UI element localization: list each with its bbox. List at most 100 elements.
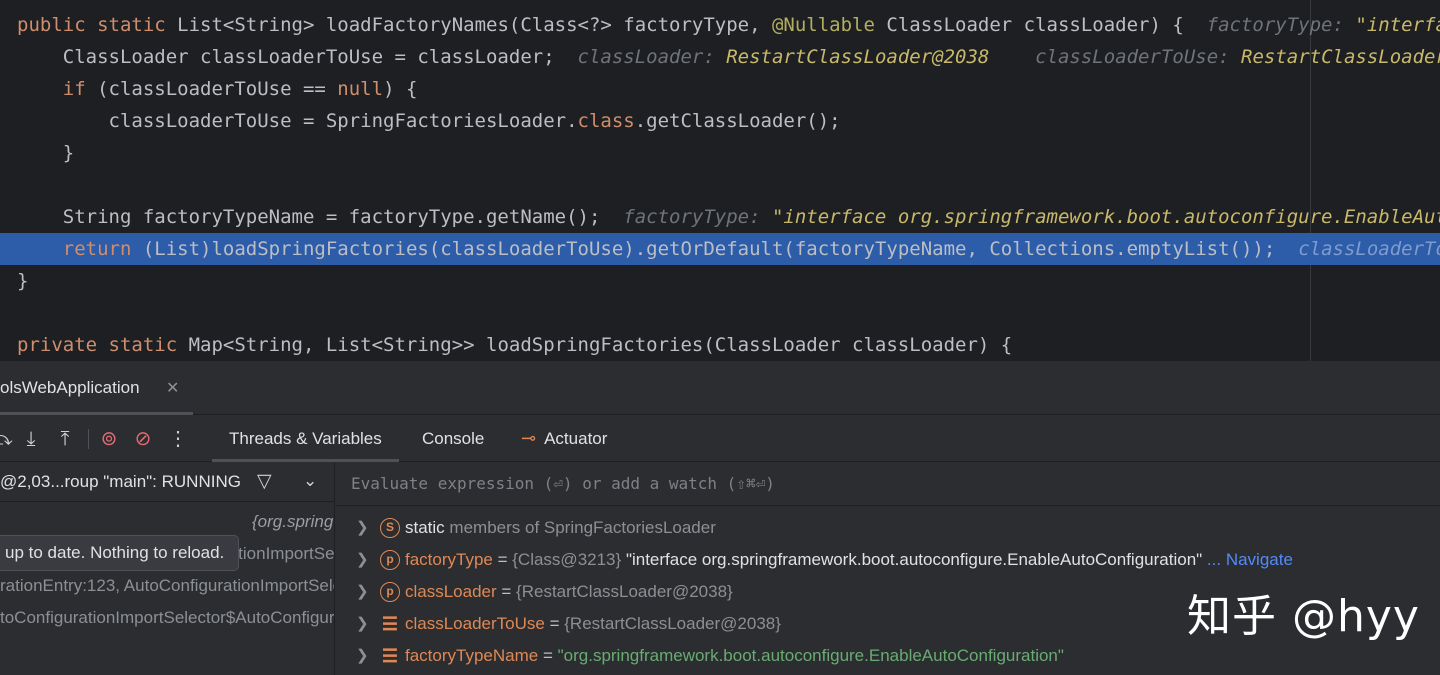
variable-row[interactable]: ❯ Sstatic members of SpringFactoriesLoade… bbox=[336, 512, 1440, 544]
close-icon[interactable]: ✕ bbox=[166, 378, 179, 398]
code-token: @Nullable bbox=[771, 14, 875, 36]
variable-content: factoryType = {Class@3213} "interface or… bbox=[405, 544, 1293, 576]
code-token: private static bbox=[17, 334, 189, 356]
step-into-icon[interactable]: ⤓ bbox=[19, 427, 43, 451]
tab-console[interactable]: Console bbox=[422, 415, 484, 462]
code-token: (classLoaderToUse == bbox=[97, 78, 338, 100]
variable-reference: {RestartClassLoader@2038} bbox=[564, 614, 781, 633]
variable-content: classLoader = {RestartClassLoader@2038} bbox=[405, 576, 733, 608]
frame-item[interactable]: rationEntry:123, AutoConfigurationImport… bbox=[0, 570, 334, 602]
local-variable-icon: ☰ bbox=[381, 614, 399, 634]
code-token: ) { bbox=[383, 78, 418, 100]
parameter-icon: p bbox=[380, 582, 400, 602]
equals-sign: = bbox=[544, 614, 565, 633]
more-options-icon[interactable]: ⋮ bbox=[166, 427, 190, 451]
code-line[interactable]: ClassLoader classLoaderToUse = classLoad… bbox=[0, 41, 1440, 73]
code-token: String factoryTypeName = factoryType.get… bbox=[17, 206, 624, 228]
reload-tooltip: up to date. Nothing to reload. bbox=[0, 535, 240, 571]
mute-breakpoints-icon[interactable]: ⊘ bbox=[131, 427, 155, 451]
chevron-right-icon[interactable]: ❯ bbox=[356, 608, 369, 640]
code-line[interactable]: } bbox=[0, 265, 1440, 297]
parameter-icon: p bbox=[380, 550, 400, 570]
variable-row[interactable]: ❯ p factoryType = {Class@3213} "interface … bbox=[336, 544, 1440, 576]
view-breakpoints-icon[interactable]: ⊚ bbox=[97, 427, 121, 451]
code-token: } bbox=[17, 142, 75, 164]
code-token: } bbox=[17, 270, 29, 292]
variable-description: members of SpringFactoriesLoader bbox=[449, 518, 716, 537]
inline-debug-value: factoryType: bbox=[1206, 14, 1356, 36]
code-token: class bbox=[577, 110, 635, 132]
variable-name: factoryType bbox=[405, 550, 493, 569]
inline-debug-value: RestartClassLoader@2038 bbox=[1241, 46, 1440, 68]
chevron-down-icon[interactable]: ⌄ bbox=[303, 471, 317, 491]
variable-row[interactable]: ❯ ☰ factoryTypeName = "org.springframework… bbox=[336, 640, 1440, 672]
code-token: List<String> loadFactoryNames(Class<?> f… bbox=[177, 14, 772, 36]
code-line[interactable]: if (classLoaderToUse == null) { bbox=[0, 73, 1440, 105]
code-editor[interactable]: public static List<String> loadFactoryNa… bbox=[0, 0, 1440, 361]
code-token: (List)loadSpringFactories(classLoaderToU… bbox=[142, 238, 1299, 260]
watermark: 知乎 @hyy bbox=[1187, 591, 1420, 642]
debug-session-tab[interactable]: olsWebApplication ✕ bbox=[0, 361, 193, 415]
tab-actuator-label: Actuator bbox=[544, 429, 608, 448]
debug-toolbar: ⤼ ⤓ ⤒ ⊚ ⊘ ⋮ Threads & Variables Console … bbox=[0, 415, 1440, 462]
code-token: return bbox=[17, 238, 143, 260]
code-token: ClassLoader classLoader) { bbox=[874, 14, 1207, 36]
thread-selector[interactable]: @2,03...roup "main": RUNNING ▽ ⌄ bbox=[0, 462, 334, 502]
variable-name: classLoader bbox=[405, 582, 497, 601]
code-token: Map<String, List<String>> loadSpringFact… bbox=[188, 334, 1013, 356]
inline-debug-value: "interface org.springframework.boot.auto… bbox=[771, 206, 1440, 228]
filter-icon[interactable]: ▽ bbox=[257, 470, 272, 493]
code-line[interactable]: } bbox=[0, 137, 1440, 169]
variable-name: factoryTypeName bbox=[405, 646, 539, 665]
tab-console-label: Console bbox=[422, 429, 485, 448]
code-token: if bbox=[17, 78, 98, 100]
evaluate-expression-input[interactable] bbox=[336, 462, 1440, 506]
navigate-link[interactable]: ... Navigate bbox=[1207, 550, 1293, 569]
variable-reference: {RestartClassLoader@2038} bbox=[516, 582, 733, 601]
inline-debug-value: RestartClassLoader@2038 bbox=[726, 46, 990, 68]
variable-content: factoryTypeName = "org.springframework.b… bbox=[405, 640, 1064, 672]
equals-sign: = bbox=[538, 646, 558, 665]
inline-debug-value: classLoaderToUse: bbox=[1035, 46, 1242, 68]
step-out-icon[interactable]: ⤒ bbox=[53, 427, 77, 451]
chevron-right-icon[interactable]: ❯ bbox=[356, 544, 369, 576]
tab-threads-variables-label: Threads & Variables bbox=[229, 429, 382, 448]
chevron-right-icon[interactable]: ❯ bbox=[356, 512, 369, 544]
code-line[interactable]: public static List<String> loadFactoryNa… bbox=[0, 9, 1440, 41]
execution-point-line[interactable]: return (List)loadSpringFactories(classLo… bbox=[0, 233, 1440, 265]
code-token: ClassLoader classLoaderToUse = classLoad… bbox=[17, 46, 578, 68]
variable-content: static members of SpringFactoriesLoader bbox=[405, 512, 716, 544]
inline-debug-value: classLoader: bbox=[577, 46, 727, 68]
actuator-icon: ⊸ bbox=[521, 428, 537, 448]
frame-item[interactable]: {org.spring bbox=[252, 506, 334, 538]
code-token: .getClassLoader(); bbox=[634, 110, 841, 132]
tab-actuator[interactable]: ⊸ Actuator bbox=[521, 415, 607, 462]
code-token: public static bbox=[17, 14, 178, 36]
variable-value: "interface org.springframework.boot.auto… bbox=[625, 550, 1203, 569]
code-line[interactable]: classLoaderToUse = SpringFactoriesLoader… bbox=[0, 105, 1440, 137]
step-over-icon[interactable]: ⤼ bbox=[0, 427, 14, 451]
chevron-right-icon[interactable]: ❯ bbox=[356, 576, 369, 608]
code-line[interactable] bbox=[0, 297, 1440, 329]
code-line[interactable] bbox=[0, 169, 1440, 201]
inline-debug-value: factoryType: bbox=[623, 206, 772, 228]
chevron-right-icon[interactable]: ❯ bbox=[356, 640, 369, 672]
code-token: null bbox=[337, 78, 384, 100]
toolbar-separator bbox=[88, 429, 89, 449]
equals-sign: = bbox=[496, 582, 517, 601]
code-line[interactable]: String factoryTypeName = factoryType.get… bbox=[0, 201, 1440, 233]
code-line[interactable]: private static Map<String, List<String>>… bbox=[0, 329, 1440, 361]
variable-name: classLoaderToUse bbox=[405, 614, 545, 633]
variable-string-value: "org.springframework.boot.autoconfigure.… bbox=[557, 646, 1064, 665]
inline-debug-value: classLoaderToUse: RestartClassLoader@203… bbox=[1298, 238, 1440, 260]
tab-threads-variables[interactable]: Threads & Variables bbox=[212, 415, 399, 462]
static-members-icon: S bbox=[380, 518, 400, 538]
code-token: classLoaderToUse = SpringFactoriesLoader… bbox=[17, 110, 578, 132]
variable-content: classLoaderToUse = {RestartClassLoader@2… bbox=[405, 608, 781, 640]
variable-name: static bbox=[405, 518, 445, 537]
variable-reference: {Class@3213} bbox=[512, 550, 622, 569]
debug-session-bar: olsWebApplication ✕ bbox=[0, 361, 1440, 415]
local-variable-icon: ☰ bbox=[381, 646, 399, 666]
frame-item[interactable]: toConfigurationImportSelector$AutoConfig… bbox=[0, 602, 334, 634]
